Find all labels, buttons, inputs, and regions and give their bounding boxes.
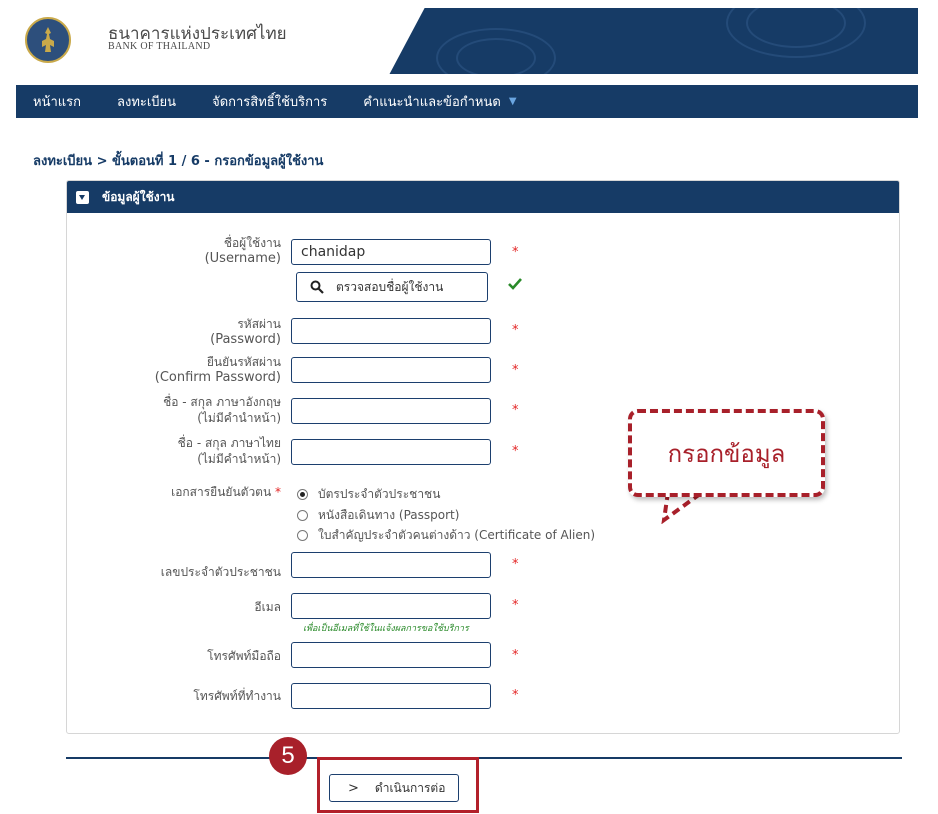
radio-selected-icon[interactable]: [297, 489, 308, 500]
name-english-label-th: ชื่อ - สกุล ภาษาอังกฤษ: [163, 395, 281, 409]
required-marker: *: [275, 485, 281, 499]
radio-label: บัตรประจำตัวประชาชน: [318, 487, 441, 501]
header-banner: [346, 8, 918, 74]
required-marker: *: [512, 598, 519, 613]
main-nav: หน้าแรก ลงทะเบียน จัดการสิทธิ์ใช้บริการ …: [16, 85, 918, 118]
annotation-callout: กรอกข้อมูล: [628, 409, 825, 497]
required-marker: *: [512, 688, 519, 703]
nav-item-manage-rights[interactable]: จัดการสิทธิ์ใช้บริการ: [212, 91, 327, 112]
bank-seal-figure-icon: [42, 27, 54, 52]
email-label: อีเมล: [254, 600, 281, 614]
office-phone-input[interactable]: [291, 683, 491, 709]
citizen-id-label: เลขประจำตัวประชาชน: [160, 565, 281, 579]
bank-name-english: BANK OF THAILAND: [108, 41, 211, 52]
name-thai-label: ชื่อ - สกุล ภาษาไทย (ไม่มีคำนำหน้า): [178, 435, 281, 467]
email-input[interactable]: [291, 593, 491, 619]
breadcrumb: ลงทะเบียน > ขั้นตอนที่ 1 / 6 - กรอกข้อมู…: [33, 154, 324, 169]
confirm-password-input[interactable]: [291, 357, 491, 383]
id-document-label: เอกสารยืนยันตัวตน *: [171, 484, 281, 500]
required-marker: *: [512, 363, 519, 378]
radio-certificate-of-alien[interactable]: ใบสำคัญประจำตัวคนต่างด้าว (Certificate o…: [297, 526, 595, 545]
check-username-button[interactable]: ตรวจสอบชื่อผู้ใช้งาน: [296, 272, 488, 302]
banner-pattern: [456, 38, 536, 74]
password-input[interactable]: [291, 318, 491, 344]
check-username-label: ตรวจสอบชื่อผู้ใช้งาน: [336, 279, 444, 294]
collapse-icon[interactable]: [76, 190, 89, 204]
radio-unselected-icon[interactable]: [297, 510, 308, 521]
search-icon: [310, 280, 324, 294]
step-number-badge: 5: [269, 737, 307, 775]
required-marker: *: [512, 557, 519, 572]
id-document-label-text: เอกสารยืนยันตัวตน: [171, 485, 272, 499]
divider: [66, 757, 902, 759]
password-label: รหัสผ่าน (Password): [210, 316, 281, 348]
radio-citizen-id[interactable]: บัตรประจำตัวประชาชน: [297, 485, 440, 504]
nav-item-guidelines[interactable]: คำแนะนำและข้อกำหนด: [363, 91, 501, 112]
required-marker: *: [512, 245, 519, 260]
mobile-phone-label: โทรศัพท์มือถือ: [207, 649, 281, 663]
required-marker: *: [512, 444, 519, 459]
name-english-label: ชื่อ - สกุล ภาษาอังกฤษ (ไม่มีคำนำหน้า): [163, 394, 281, 426]
radio-passport[interactable]: หนังสือเดินทาง (Passport): [297, 506, 459, 525]
site-header: ธนาคารแห่งประเทศไทย BANK OF THAILAND: [16, 8, 918, 74]
dropdown-caret-icon[interactable]: ▼: [509, 96, 517, 107]
panel-header[interactable]: ข้อมูลผู้ใช้งาน: [67, 181, 899, 213]
required-marker: *: [512, 648, 519, 663]
email-hint: เพื่อเป็นอีเมลที่ใช้ในแจ้งผลการขอใช้บริก…: [303, 624, 469, 634]
radio-label: หนังสือเดินทาง (Passport): [318, 508, 460, 522]
password-label-th: รหัสผ่าน: [237, 317, 281, 331]
confirm-password-label-th: ยืนยันรหัสผ่าน: [206, 355, 281, 369]
required-marker: *: [512, 403, 519, 418]
name-thai-label-th: ชื่อ - สกุล ภาษาไทย: [177, 436, 281, 450]
name-english-input[interactable]: [291, 398, 491, 424]
username-label-th: ชื่อผู้ใช้งาน: [223, 236, 281, 250]
checkmark-icon: [508, 278, 522, 290]
nav-item-home[interactable]: หน้าแรก: [33, 91, 81, 112]
radio-unselected-icon[interactable]: [297, 530, 308, 541]
username-label: ชื่อผู้ใช้งาน (Username): [205, 235, 281, 267]
citizen-id-input[interactable]: [291, 552, 491, 578]
nav-item-register[interactable]: ลงทะเบียน: [117, 91, 176, 112]
mobile-phone-input[interactable]: [291, 642, 491, 668]
confirm-password-label: ยืนยันรหัสผ่าน (Confirm Password): [155, 354, 281, 386]
chevron-right-icon: >: [348, 780, 359, 796]
username-input[interactable]: chanidap: [291, 239, 491, 265]
radio-label: ใบสำคัญประจำตัวคนต่างด้าว (Certificate o…: [318, 528, 596, 542]
name-english-label-sub: (ไม่มีคำนำหน้า): [197, 411, 281, 425]
office-phone-label: โทรศัพท์ที่ทำงาน: [193, 689, 281, 703]
required-marker: *: [512, 323, 519, 338]
password-label-en: (Password): [210, 332, 281, 347]
name-thai-input[interactable]: [291, 439, 491, 465]
continue-label: ดำเนินการต่อ: [374, 780, 446, 795]
confirm-password-label-en: (Confirm Password): [154, 370, 281, 385]
continue-button[interactable]: > ดำเนินการต่อ: [329, 774, 459, 802]
username-label-en: (Username): [204, 251, 281, 266]
name-thai-label-sub: (ไม่มีคำนำหน้า): [197, 452, 281, 466]
panel-title: ข้อมูลผู้ใช้งาน: [102, 189, 175, 204]
